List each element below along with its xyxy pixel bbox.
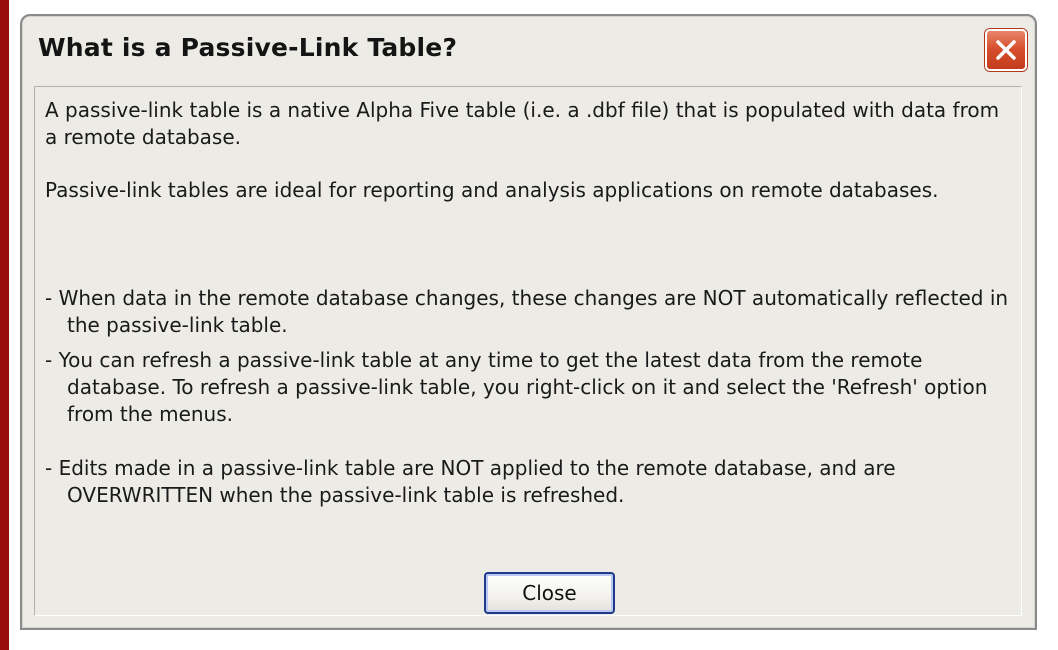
passive-link-info-dialog: What is a Passive-Link Table? A passive-… (20, 14, 1037, 630)
title-bar: What is a Passive-Link Table? (22, 16, 1035, 86)
bullet-overwritten: - Edits made in a passive-link table are… (45, 456, 896, 507)
close-button[interactable]: Close (484, 572, 615, 614)
ideal-use-paragraph: Passive-link tables are ideal for report… (45, 178, 939, 202)
close-x-icon[interactable] (985, 29, 1027, 71)
bullet-refresh: - You can refresh a passive-link table a… (45, 348, 988, 426)
intro-paragraph: A passive-link table is a native Alpha F… (45, 98, 1000, 149)
bullet-not-automatic: - When data in the remote database chang… (45, 286, 1009, 337)
dialog-title: What is a Passive-Link Table? (38, 33, 458, 62)
dialog-content: A passive-link table is a native Alpha F… (34, 86, 1022, 616)
x-glyph-icon (996, 40, 1016, 60)
